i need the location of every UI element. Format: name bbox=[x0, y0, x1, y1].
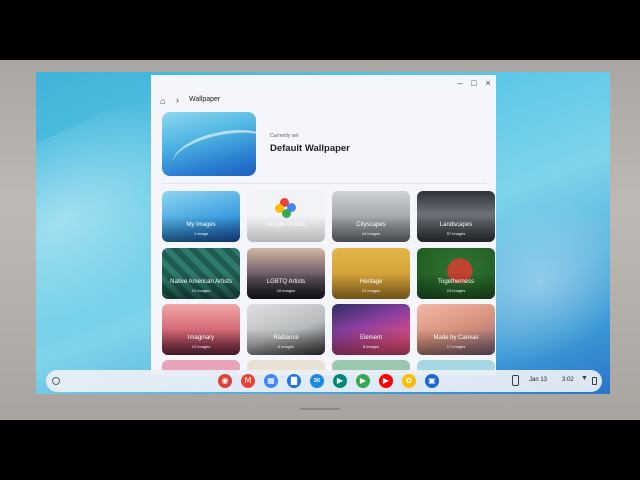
laptop-logo bbox=[300, 408, 340, 416]
gmail-icon[interactable]: M bbox=[241, 374, 255, 388]
play-store-icon[interactable]: ▶ bbox=[356, 374, 370, 388]
collection-count: 20 images bbox=[361, 288, 381, 293]
collection-label: Togetherness bbox=[437, 279, 475, 285]
collection-label: My Images bbox=[186, 222, 216, 228]
wifi-icon[interactable]: ▼ bbox=[581, 375, 588, 382]
collection-google-photos[interactable]: Google Photos bbox=[247, 191, 325, 242]
current-wallpaper-name: Default Wallpaper bbox=[270, 143, 350, 154]
collection-label: Made by Canvas bbox=[433, 335, 479, 341]
collection-count: 44 images bbox=[361, 231, 381, 236]
collection-count: 6 images bbox=[277, 344, 295, 349]
files-icon[interactable]: ▇ bbox=[287, 374, 301, 388]
meet-icon[interactable]: ▶ bbox=[333, 374, 347, 388]
phone-hub-icon[interactable] bbox=[512, 375, 519, 386]
messages-icon[interactable]: ✉ bbox=[310, 374, 324, 388]
collection-count: 57 images bbox=[446, 231, 466, 236]
current-wallpaper-thumbnail bbox=[162, 112, 256, 176]
battery-icon[interactable] bbox=[592, 377, 597, 385]
youtube-icon[interactable]: ▶ bbox=[379, 374, 393, 388]
wallpaper-app-window: – □ × ⌂ › Wallpaper Currently set Defaul… bbox=[151, 75, 496, 375]
maximize-button[interactable]: □ bbox=[468, 78, 480, 88]
collection-label: Radiance bbox=[273, 335, 299, 341]
collection-label: Imaginary bbox=[187, 335, 215, 341]
launcher-icon[interactable] bbox=[52, 377, 60, 385]
collection-label: Element bbox=[359, 335, 382, 341]
collection-count: 17 images bbox=[446, 344, 466, 349]
minimize-button[interactable]: – bbox=[454, 78, 466, 88]
collection-label: LGBTQ Artists bbox=[266, 279, 306, 285]
wallpaper-icon[interactable]: ▣ bbox=[425, 374, 439, 388]
collection-label: Native American Artists bbox=[170, 279, 232, 285]
collection-radiance[interactable]: Radiance 6 images bbox=[247, 304, 325, 355]
collection-label: Heritage bbox=[359, 279, 383, 285]
collection-label: Google Photos bbox=[266, 222, 306, 228]
collection-count: 24 images bbox=[446, 288, 466, 293]
collection-count: 12 images bbox=[191, 344, 211, 349]
collection-label: Cityscapes bbox=[356, 222, 386, 228]
shelf: ◉ M ▦ ▇ ✉ ▶ ▶ ▶ ✿ ▣ Jan 13 3:02 ▼ bbox=[46, 370, 602, 392]
collection-count: 8 images bbox=[362, 344, 380, 349]
collection-count: 12 images bbox=[191, 288, 211, 293]
collection-native-american-artists[interactable]: Native American Artists 12 images bbox=[162, 248, 240, 299]
collection-made-by-canvas[interactable]: Made by Canvas 17 images bbox=[417, 304, 495, 355]
collection-togetherness[interactable]: Togetherness 24 images bbox=[417, 248, 495, 299]
collection-count: 1 image bbox=[193, 231, 209, 236]
currently-set-caption: Currently set bbox=[270, 133, 299, 139]
chrome-icon[interactable]: ◉ bbox=[218, 374, 232, 388]
collection-imaginary[interactable]: Imaginary 12 images bbox=[162, 304, 240, 355]
collection-landscapes[interactable]: Landscapes 57 images bbox=[417, 191, 495, 242]
chromeos-desktop: – □ × ⌂ › Wallpaper Currently set Defaul… bbox=[36, 72, 610, 394]
photos-icon[interactable]: ✿ bbox=[402, 374, 416, 388]
collection-label: Landscapes bbox=[439, 222, 473, 228]
collection-element[interactable]: Element 8 images bbox=[332, 304, 410, 355]
close-button[interactable]: × bbox=[482, 78, 494, 88]
tray-date[interactable]: Jan 13 bbox=[529, 377, 547, 383]
collection-lgbtq-artists[interactable]: LGBTQ Artists 15 images bbox=[247, 248, 325, 299]
collection-heritage[interactable]: Heritage 20 images bbox=[332, 248, 410, 299]
home-icon[interactable]: ⌂ bbox=[160, 96, 165, 106]
breadcrumb-title: Wallpaper bbox=[189, 96, 221, 103]
photo-frame: – □ × ⌂ › Wallpaper Currently set Defaul… bbox=[0, 0, 640, 480]
calendar-icon[interactable]: ▦ bbox=[264, 374, 278, 388]
breadcrumb-separator: › bbox=[176, 95, 179, 105]
collection-count: 15 images bbox=[276, 288, 296, 293]
collection-cityscapes[interactable]: Cityscapes 44 images bbox=[332, 191, 410, 242]
tray-time[interactable]: 3:02 bbox=[562, 377, 574, 383]
collection-my-images[interactable]: My Images 1 image bbox=[162, 191, 240, 242]
divider bbox=[162, 183, 487, 184]
